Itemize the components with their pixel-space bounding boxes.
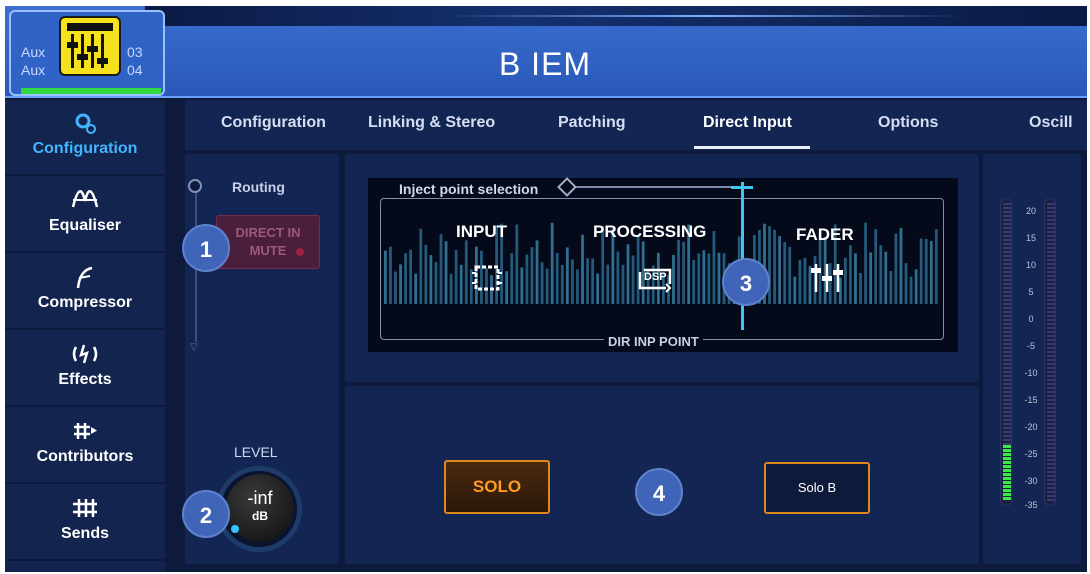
sidebar-item-contributors[interactable]: Contributors (5, 408, 165, 484)
routing-label: Routing (232, 179, 285, 195)
level-unit: dB (252, 509, 268, 523)
sends-icon (73, 499, 97, 517)
sidebar-item-equaliser[interactable]: Equaliser (5, 177, 165, 253)
routing-handle[interactable] (188, 179, 202, 193)
sidebar-item-label: Equaliser (48, 217, 122, 234)
aux-selector[interactable]: Aux Aux 03 04 (9, 10, 165, 96)
level-label: LEVEL (234, 444, 278, 460)
meter-left-level (1003, 445, 1011, 501)
scale-tick: -30 (1024, 476, 1038, 486)
scale-tick: -35 (1024, 500, 1038, 510)
mute-line-2: MUTE (249, 243, 287, 258)
dir-inp-point-label: DIR INP POINT (604, 334, 703, 349)
inject-cursor-cap (731, 186, 753, 189)
inject-point-slider[interactable] (566, 186, 746, 188)
callout-badge-4: 4 (635, 468, 683, 516)
section-processing[interactable]: PROCESSING (593, 222, 706, 242)
meter-left (1000, 198, 1012, 506)
solo-b-button[interactable]: Solo B (764, 462, 870, 514)
sidebar-item-sends[interactable]: Sends (5, 485, 165, 561)
sidebar-item-label: Sends (60, 525, 109, 542)
dsp-label: DSP (644, 271, 667, 283)
scale-tick: 20 (1025, 206, 1036, 216)
sidebar-item-effects[interactable]: Effects (5, 331, 165, 407)
aux-label-1: Aux (21, 44, 46, 60)
header-stripe (145, 6, 1087, 26)
tab-patching[interactable]: Patching (558, 114, 626, 132)
sidebar-item-compressor[interactable]: Compressor (5, 254, 165, 330)
mute-line-1: DIRECT IN (235, 225, 301, 240)
compressor-icon (76, 266, 93, 289)
sidebar-item-configuration[interactable]: Configuration (5, 100, 165, 176)
fader-icon (59, 16, 121, 76)
scale-tick: -5 (1026, 341, 1035, 351)
scale-tick: 10 (1025, 260, 1036, 270)
scale-tick: -20 (1024, 422, 1038, 432)
inject-cursor[interactable] (741, 182, 744, 330)
scale-tick: 0 (1028, 314, 1034, 324)
meter-right (1044, 198, 1056, 506)
contributors-icon (74, 423, 97, 439)
dsp-icon: DSP (636, 264, 676, 294)
scale-tick: -15 (1024, 395, 1038, 405)
tab-linking-stereo[interactable]: Linking & Stereo (368, 114, 495, 132)
meter-left-scale (1003, 203, 1011, 449)
tab-bar: Configuration Linking & Stereo Patching … (185, 100, 1087, 150)
callout-badge-2: 2 (182, 490, 230, 538)
sidebar: Configuration Equaliser Compressor Effec… (5, 100, 165, 572)
tab-direct-input[interactable]: Direct Input (703, 114, 792, 132)
knob-indicator (231, 525, 239, 533)
scale-tick: 5 (1028, 287, 1034, 297)
callout-badge-3: 3 (722, 258, 770, 306)
sidebar-item-label: Configuration (32, 140, 138, 157)
sidebar-item-label: Contributors (36, 448, 134, 465)
fader-section-icon (811, 264, 843, 292)
callout-badge-1: 1 (182, 224, 230, 272)
routing-arrow-icon: ▽ (190, 342, 198, 353)
sidebar-item-label: Effects (58, 371, 112, 388)
direct-in-mute-button[interactable]: DIRECT IN MUTE (216, 215, 320, 269)
section-input[interactable]: INPUT (456, 222, 507, 242)
tab-options[interactable]: Options (878, 114, 938, 132)
meter-right-scale (1047, 203, 1055, 501)
header-bar: Aux Aux 03 04 B IEM (5, 6, 1087, 98)
mute-led (296, 248, 304, 256)
gear-icon (75, 113, 96, 134)
meter-scale: 20 15 10 5 0 -5 -10 -15 -20 -25 -30 -35 (1020, 200, 1042, 510)
scale-tick: -25 (1024, 449, 1038, 459)
effects-icon (72, 344, 98, 364)
tab-configuration[interactable]: Configuration (221, 114, 326, 132)
solo-button[interactable]: SOLO (444, 460, 550, 514)
active-tab-underline (694, 146, 810, 149)
sidebar-item-label: Compressor (37, 294, 133, 311)
aux-number-1: 03 (127, 44, 143, 60)
aux-label-2: Aux (21, 62, 46, 78)
section-fader[interactable]: FADER (796, 225, 854, 245)
inject-label: Inject point selection (395, 181, 543, 197)
tab-oscill[interactable]: Oscill (1029, 114, 1073, 132)
page-title: B IEM (498, 46, 592, 82)
aux-signal-bar (21, 88, 161, 94)
aux-number-2: 04 (127, 62, 143, 78)
eq-icon (71, 190, 99, 208)
chip-icon (472, 265, 502, 291)
scale-tick: -10 (1024, 368, 1038, 378)
scale-tick: 15 (1025, 233, 1036, 243)
level-value: -inf (247, 488, 273, 508)
